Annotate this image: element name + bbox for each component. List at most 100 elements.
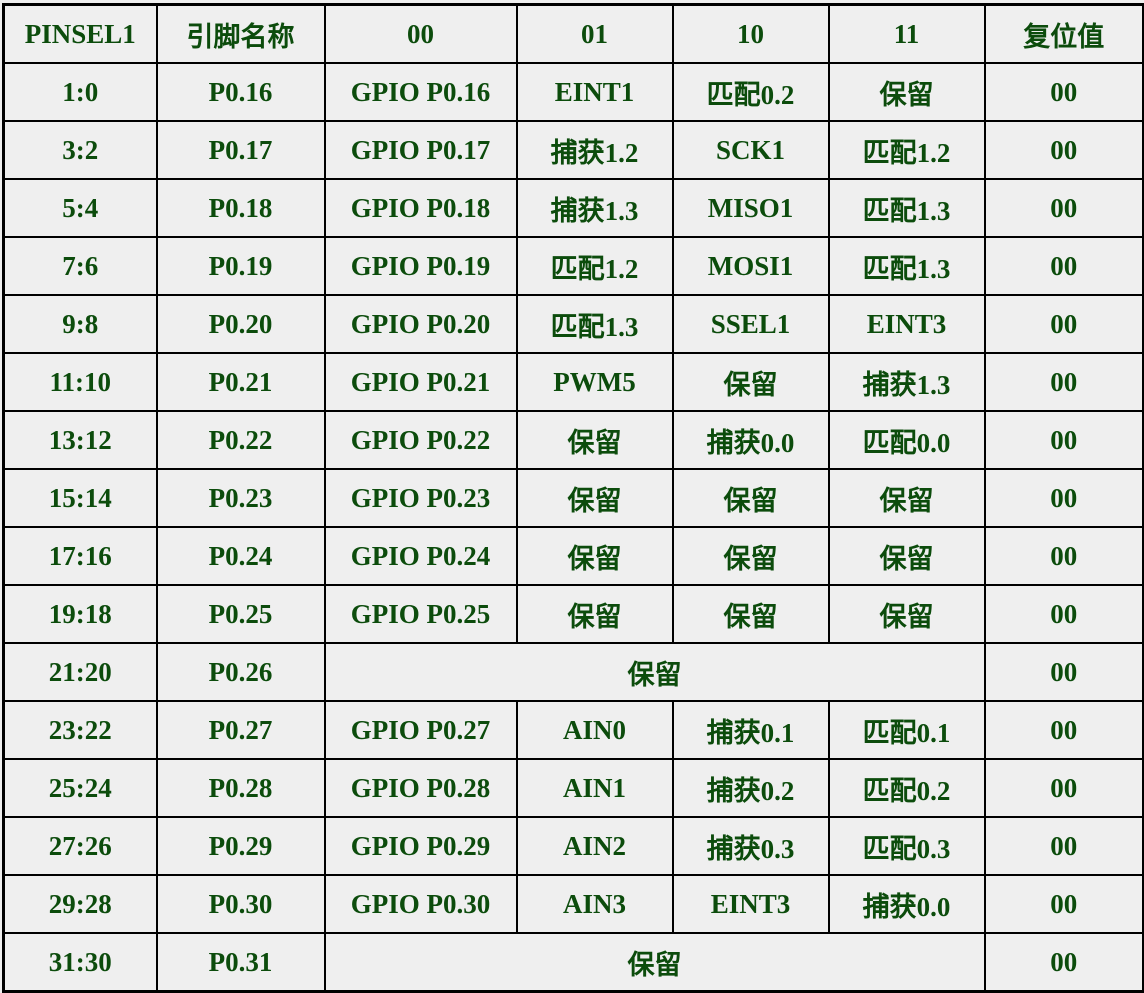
function-11-cell: 匹配1.3	[827, 236, 986, 296]
reset-value-cell: 00	[983, 352, 1144, 412]
bits-cell: 25:24	[2, 758, 158, 818]
table-row: 19:18 P0.25 GPIO P0.25 保留 保留 保留 00	[2, 584, 1144, 644]
pin-name-cell: P0.19	[155, 236, 326, 296]
merged-reserved-cell: 保留	[323, 642, 986, 702]
header-reset-value: 复位值	[983, 3, 1144, 64]
reset-value-cell: 00	[983, 468, 1144, 528]
table-row: 13:12 P0.22 GPIO P0.22 保留 捕获0.0 匹配0.0 00	[2, 410, 1144, 470]
bits-cell: 27:26	[2, 816, 158, 876]
bits-cell: 19:18	[2, 584, 158, 644]
function-01-cell: 捕获1.2	[515, 120, 674, 180]
function-00-cell: GPIO P0.23	[323, 468, 518, 528]
pin-name-cell: P0.31	[155, 932, 326, 993]
function-10-cell: MOSI1	[671, 236, 830, 296]
header-function-00: 00	[323, 3, 518, 64]
function-10-cell: 捕获0.3	[671, 816, 830, 876]
bits-cell: 15:14	[2, 468, 158, 528]
table-row: 3:2 P0.17 GPIO P0.17 捕获1.2 SCK1 匹配1.2 00	[2, 120, 1144, 180]
function-10-cell: 保留	[671, 584, 830, 644]
bits-cell: 29:28	[2, 874, 158, 934]
function-10-cell: 捕获0.2	[671, 758, 830, 818]
pin-name-cell: P0.27	[155, 700, 326, 760]
pinsel1-register-table: PINSEL1 引脚名称 00 01 10 11 复位值 1:0 P0.16 GPI…	[2, 3, 1144, 993]
function-11-cell: 保留	[827, 584, 986, 644]
function-11-cell: 保留	[827, 62, 986, 122]
function-01-cell: 匹配1.3	[515, 294, 674, 354]
function-00-cell: GPIO P0.17	[323, 120, 518, 180]
function-10-cell: MISO1	[671, 178, 830, 238]
table-row: 25:24 P0.28 GPIO P0.28 AIN1 捕获0.2 匹配0.2 00	[2, 758, 1144, 818]
reset-value-cell: 00	[983, 410, 1144, 470]
reset-value-cell: 00	[983, 816, 1144, 876]
header-pin-name: 引脚名称	[155, 3, 326, 64]
table-row: 29:28 P0.30 GPIO P0.30 AIN3 EINT3 捕获0.0 00	[2, 874, 1144, 934]
function-11-cell: 保留	[827, 468, 986, 528]
pin-name-cell: P0.17	[155, 120, 326, 180]
table-row: 9:8 P0.20 GPIO P0.20 匹配1.3 SSEL1 EINT3 00	[2, 294, 1144, 354]
table-row: 23:22 P0.27 GPIO P0.27 AIN0 捕获0.1 匹配0.1 00	[2, 700, 1144, 760]
bits-cell: 9:8	[2, 294, 158, 354]
reset-value-cell: 00	[983, 236, 1144, 296]
table-row: 5:4 P0.18 GPIO P0.18 捕获1.3 MISO1 匹配1.3 00	[2, 178, 1144, 238]
bits-cell: 21:20	[2, 642, 158, 702]
function-01-cell: AIN2	[515, 816, 674, 876]
bits-cell: 13:12	[2, 410, 158, 470]
function-01-cell: EINT1	[515, 62, 674, 122]
table-body: 1:0 P0.16 GPIO P0.16 EINT1 匹配0.2 保留 00 3:2 P0.17…	[2, 62, 1144, 993]
function-01-cell: AIN1	[515, 758, 674, 818]
bits-cell: 1:0	[2, 62, 158, 122]
reset-value-cell: 00	[983, 584, 1144, 644]
function-00-cell: GPIO P0.20	[323, 294, 518, 354]
reset-value-cell: 00	[983, 758, 1144, 818]
function-11-cell: 捕获1.3	[827, 352, 986, 412]
function-10-cell: 匹配0.2	[671, 62, 830, 122]
function-10-cell: 捕获0.1	[671, 700, 830, 760]
pin-name-cell: P0.21	[155, 352, 326, 412]
reset-value-cell: 00	[983, 700, 1144, 760]
header-row: PINSEL1 引脚名称 00 01 10 11 复位值	[2, 3, 1144, 64]
pin-name-cell: P0.16	[155, 62, 326, 122]
table-row: 27:26 P0.29 GPIO P0.29 AIN2 捕获0.3 匹配0.3 00	[2, 816, 1144, 876]
pin-name-cell: P0.25	[155, 584, 326, 644]
pin-name-cell: P0.26	[155, 642, 326, 702]
merged-reserved-cell: 保留	[323, 932, 986, 993]
reset-value-cell: 00	[983, 874, 1144, 934]
bits-cell: 7:6	[2, 236, 158, 296]
bits-cell: 23:22	[2, 700, 158, 760]
function-10-cell: SCK1	[671, 120, 830, 180]
header-pinsel1: PINSEL1	[2, 3, 158, 64]
function-10-cell: SSEL1	[671, 294, 830, 354]
bits-cell: 11:10	[2, 352, 158, 412]
pin-name-cell: P0.18	[155, 178, 326, 238]
function-00-cell: GPIO P0.29	[323, 816, 518, 876]
function-10-cell: 保留	[671, 468, 830, 528]
function-11-cell: 匹配0.2	[827, 758, 986, 818]
pin-name-cell: P0.22	[155, 410, 326, 470]
pin-name-cell: P0.23	[155, 468, 326, 528]
bits-cell: 17:16	[2, 526, 158, 586]
table-row: 31:30 P0.31 保留 00	[2, 932, 1144, 993]
function-00-cell: GPIO P0.30	[323, 874, 518, 934]
function-00-cell: GPIO P0.19	[323, 236, 518, 296]
function-00-cell: GPIO P0.24	[323, 526, 518, 586]
function-01-cell: AIN0	[515, 700, 674, 760]
pin-name-cell: P0.24	[155, 526, 326, 586]
function-01-cell: 捕获1.3	[515, 178, 674, 238]
table-row: 11:10 P0.21 GPIO P0.21 PWM5 保留 捕获1.3 00	[2, 352, 1144, 412]
function-01-cell: 保留	[515, 584, 674, 644]
function-00-cell: GPIO P0.27	[323, 700, 518, 760]
reset-value-cell: 00	[983, 932, 1144, 993]
bits-cell: 3:2	[2, 120, 158, 180]
bits-cell: 5:4	[2, 178, 158, 238]
function-01-cell: 匹配1.2	[515, 236, 674, 296]
bits-cell: 31:30	[2, 932, 158, 993]
pin-name-cell: P0.20	[155, 294, 326, 354]
function-01-cell: AIN3	[515, 874, 674, 934]
function-01-cell: 保留	[515, 410, 674, 470]
header-function-01: 01	[515, 3, 674, 64]
function-11-cell: EINT3	[827, 294, 986, 354]
function-00-cell: GPIO P0.22	[323, 410, 518, 470]
function-10-cell: 保留	[671, 352, 830, 412]
function-11-cell: 捕获0.0	[827, 874, 986, 934]
function-10-cell: EINT3	[671, 874, 830, 934]
